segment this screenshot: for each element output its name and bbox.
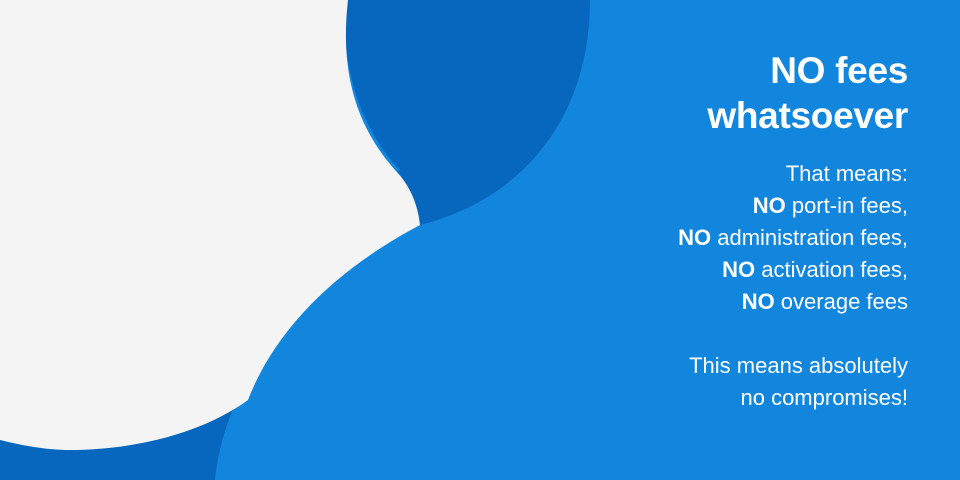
fee-prefix: NO xyxy=(741,289,775,314)
fee-text: administration fees, xyxy=(711,225,908,250)
promo-banner: NO fees whatsoever That means: NO port-i… xyxy=(0,0,960,480)
intro-text: That means: xyxy=(785,161,908,186)
headline: NO fees whatsoever xyxy=(488,48,908,138)
fee-prefix: NO xyxy=(722,257,756,282)
fee-text: port-in fees, xyxy=(785,193,908,218)
fee-prefix: NO xyxy=(752,193,786,218)
fee-text: overage fees xyxy=(774,289,908,314)
fee-text: activation fees, xyxy=(755,257,908,282)
fee-list: That means: NO port-in fees, NO administ… xyxy=(488,158,908,318)
closing-line-2: no compromises! xyxy=(740,385,908,410)
fee-item: NO port-in fees, xyxy=(488,190,908,222)
fee-item: NO activation fees, xyxy=(488,254,908,286)
fee-item: NO administration fees, xyxy=(488,222,908,254)
fee-prefix: NO xyxy=(678,225,712,250)
fee-item: NO overage fees xyxy=(488,286,908,318)
closing-text: This means absolutely no compromises! xyxy=(488,350,908,414)
closing-line-1: This means absolutely xyxy=(689,353,908,378)
headline-line-2: whatsoever xyxy=(707,95,908,136)
headline-line-1: NO fees xyxy=(770,50,908,91)
text-block: NO fees whatsoever That means: NO port-i… xyxy=(488,48,908,414)
